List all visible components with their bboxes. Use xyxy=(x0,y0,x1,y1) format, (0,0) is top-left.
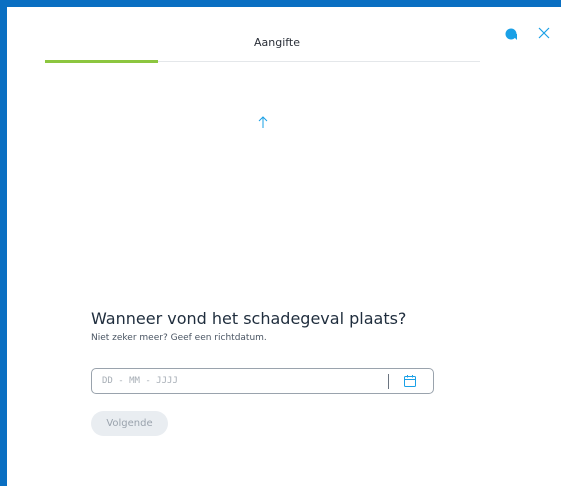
page-title: Aangifte xyxy=(253,36,301,49)
modal-window: Aangifte Wanneer vond het schadegeval pl… xyxy=(7,7,561,486)
close-icon[interactable] xyxy=(537,26,551,40)
hint-text: Niet zeker meer? Geef een richtdatum. xyxy=(91,333,267,343)
date-field[interactable] xyxy=(91,368,434,394)
question-heading: Wanneer vond het schadegeval plaats? xyxy=(91,309,407,328)
next-button[interactable]: Volgende xyxy=(91,411,168,436)
arrow-up-icon[interactable] xyxy=(257,115,269,129)
help-dot-icon[interactable] xyxy=(505,28,517,40)
field-divider xyxy=(388,374,389,389)
calendar-icon[interactable] xyxy=(403,374,417,388)
date-input[interactable] xyxy=(102,374,372,388)
progress-bar-fill xyxy=(45,60,159,63)
progress-bar xyxy=(45,60,480,63)
